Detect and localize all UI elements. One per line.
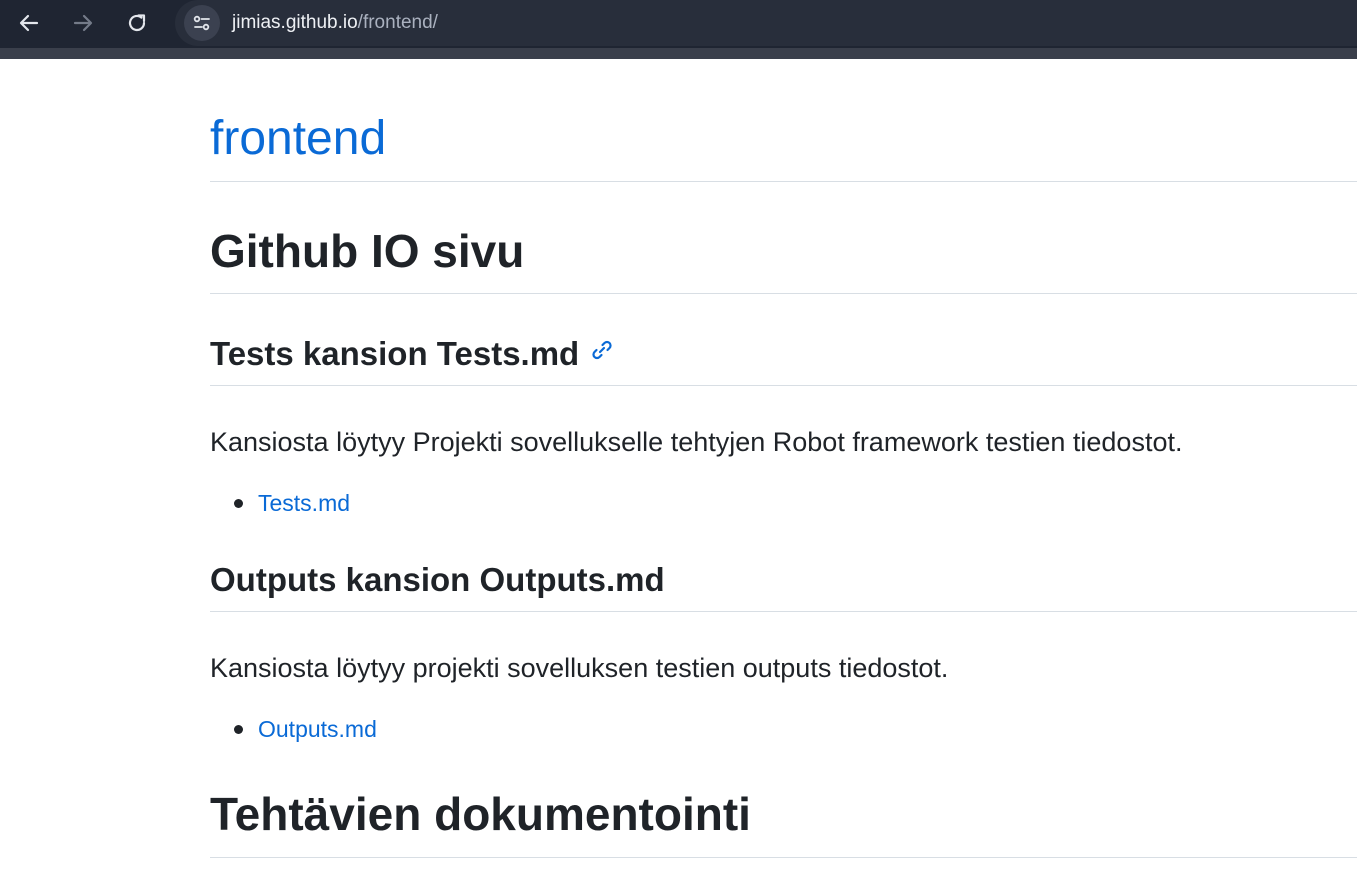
main-heading: Github IO sivu	[210, 225, 525, 277]
divider	[210, 857, 1357, 858]
back-button[interactable]	[12, 6, 46, 40]
docs-heading: Tehtävien dokumentointi	[210, 788, 751, 840]
site-title-link[interactable]: frontend	[210, 111, 386, 167]
reload-icon	[128, 14, 146, 32]
divider	[210, 611, 1357, 612]
divider	[210, 385, 1357, 386]
divider	[210, 293, 1357, 294]
back-arrow-icon	[19, 14, 39, 32]
tests-md-link[interactable]: Tests.md	[258, 487, 350, 519]
tests-section-heading: Tests kansion Tests.md	[210, 334, 615, 376]
outputs-section-heading: Outputs kansion Outputs.md	[210, 561, 665, 598]
browser-toolbar: jimias.github.io/frontend/	[0, 0, 1357, 48]
tests-description: Kansiosta löytyy Projekti sovellukselle …	[210, 427, 1183, 457]
tests-heading-text: Tests kansion Tests.md	[210, 335, 580, 372]
site-info-button[interactable]	[184, 5, 220, 41]
toolbar-bottom-strip	[0, 48, 1357, 59]
forward-arrow-icon	[73, 14, 93, 32]
url-text[interactable]: jimias.github.io/frontend/	[232, 12, 438, 34]
outputs-description: Kansiosta löytyy projekti sovelluksen te…	[210, 653, 949, 683]
link-anchor-icon[interactable]	[589, 332, 615, 372]
forward-button[interactable]	[66, 6, 100, 40]
url-host: jimias.github.io	[232, 12, 358, 33]
url-path: /frontend/	[357, 12, 438, 33]
outputs-md-link[interactable]: Outputs.md	[258, 713, 377, 745]
bullet-icon	[234, 499, 243, 508]
address-bar[interactable]: jimias.github.io/frontend/	[175, 0, 1357, 46]
bullet-icon	[234, 725, 243, 734]
site-settings-icon	[193, 15, 210, 31]
reload-button[interactable]	[120, 6, 154, 40]
divider	[210, 181, 1357, 182]
